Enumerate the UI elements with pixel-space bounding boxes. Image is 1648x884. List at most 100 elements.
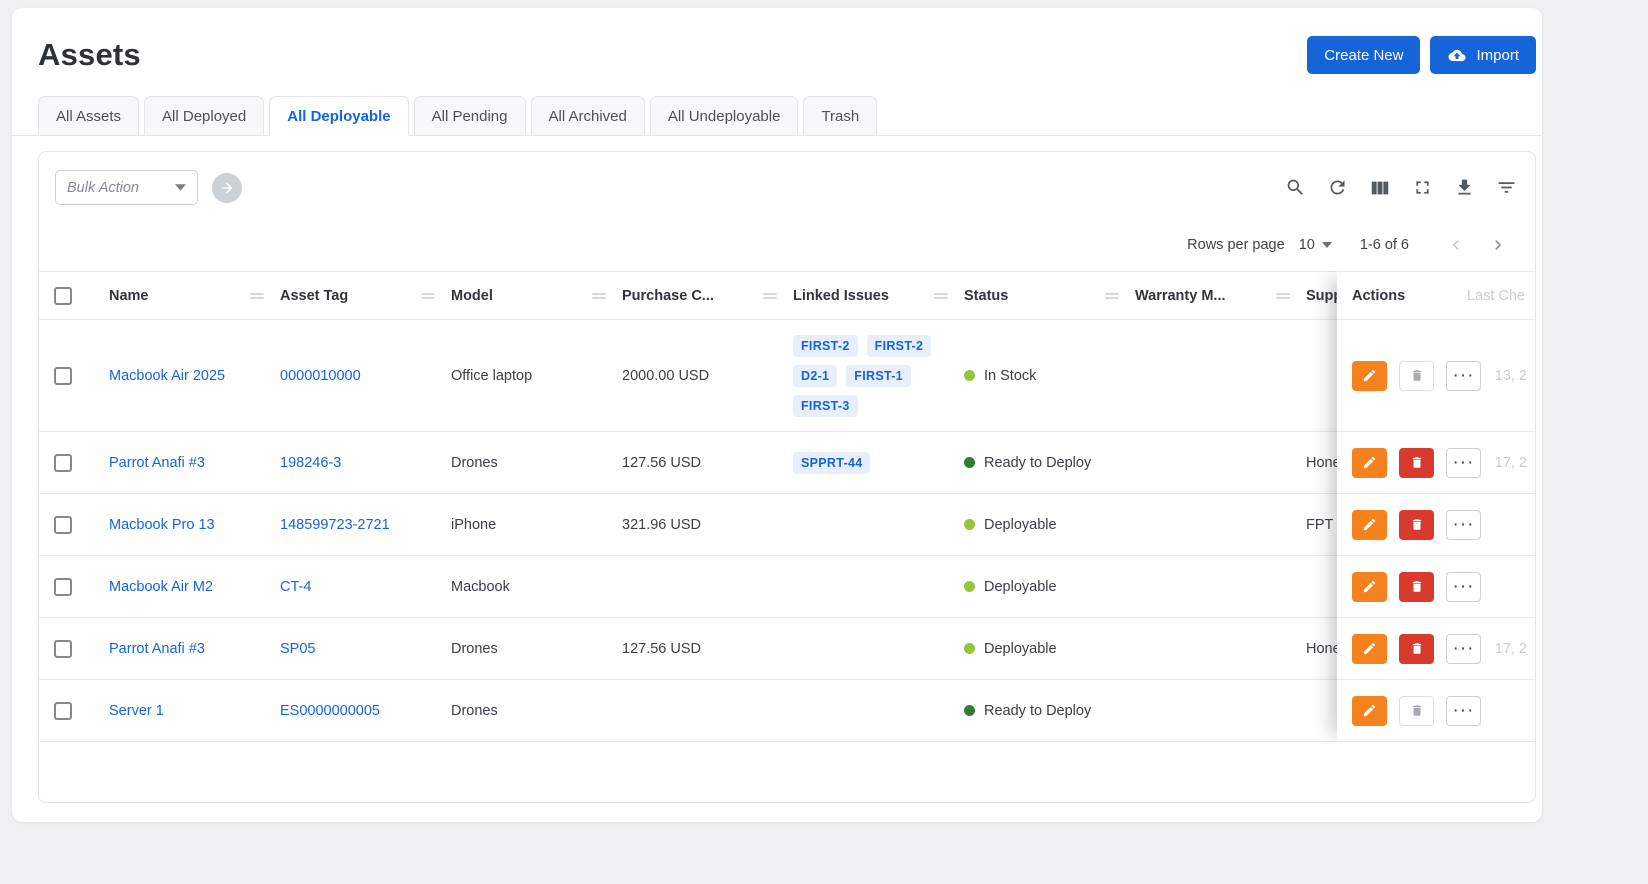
more-actions-button[interactable]: ···	[1446, 361, 1481, 391]
asset-tag-link[interactable]: ES0000000005	[280, 703, 380, 719]
edit-button[interactable]	[1352, 696, 1387, 726]
column-handle-icon[interactable]	[421, 291, 435, 301]
asset-tag-link[interactable]: SP05	[280, 641, 315, 657]
tab-all-archived[interactable]: All Archived	[531, 96, 645, 136]
asset-tag-link[interactable]: 148599723-2721	[280, 517, 390, 533]
columns-button[interactable]	[1369, 177, 1391, 199]
rows-per-page-select[interactable]: 10	[1299, 237, 1332, 253]
more-actions-button[interactable]: ···	[1446, 448, 1481, 478]
delete-button[interactable]	[1399, 572, 1434, 602]
asset-name-link[interactable]: Macbook Air M2	[109, 579, 213, 595]
tab-all-deployed[interactable]: All Deployed	[144, 96, 264, 136]
row-checkbox[interactable]	[54, 640, 72, 658]
fullscreen-button[interactable]	[1412, 177, 1433, 198]
download-icon	[1454, 177, 1475, 198]
delete-button[interactable]	[1399, 696, 1434, 726]
column-header-model[interactable]: Model	[441, 271, 612, 320]
actions-column: Actions Last Che ···13, 2···17, 2·······…	[1337, 271, 1535, 742]
assets-card: Assets Create New Import All AssetsAll D…	[12, 8, 1542, 822]
select-all-checkbox[interactable]	[54, 287, 72, 305]
delete-button[interactable]	[1399, 510, 1434, 540]
tab-trash[interactable]: Trash	[803, 96, 877, 136]
model-cell: Office laptop	[441, 320, 612, 432]
asset-name-link[interactable]: Macbook Air 2025	[109, 368, 225, 384]
column-header-name[interactable]: Name	[99, 271, 270, 320]
row-checkbox[interactable]	[54, 516, 72, 534]
edit-button[interactable]	[1352, 510, 1387, 540]
linked-issue-badge[interactable]: FIRST-2	[867, 335, 932, 357]
status-dot	[964, 370, 975, 381]
column-handle-icon[interactable]	[250, 291, 264, 301]
previous-page-button[interactable]	[1435, 235, 1477, 255]
linked-issue-badge[interactable]: D2-1	[793, 365, 837, 387]
warranty-cell	[1125, 556, 1296, 618]
delete-button[interactable]	[1399, 361, 1434, 391]
more-actions-button[interactable]: ···	[1446, 634, 1481, 664]
asset-name-link[interactable]: Server 1	[109, 703, 164, 719]
linked-issue-badge[interactable]: FIRST-1	[846, 365, 911, 387]
pencil-icon	[1362, 579, 1377, 594]
linked-issue-badge[interactable]: SPPRT-44	[793, 452, 870, 474]
last-check-value-fragment: 13, 2	[1495, 368, 1527, 384]
column-header-status[interactable]: Status	[954, 271, 1125, 320]
delete-button[interactable]	[1399, 634, 1434, 664]
delete-button[interactable]	[1399, 448, 1434, 478]
column-handle-icon[interactable]	[1276, 291, 1290, 301]
ellipsis-icon: ···	[1453, 577, 1475, 596]
search-button[interactable]	[1285, 177, 1306, 198]
edit-button[interactable]	[1352, 634, 1387, 664]
bulk-action-go-button[interactable]	[212, 173, 242, 203]
row-checkbox[interactable]	[54, 702, 72, 720]
more-actions-button[interactable]: ···	[1446, 510, 1481, 540]
asset-name-link[interactable]: Parrot Anafi #3	[109, 455, 205, 471]
row-checkbox[interactable]	[54, 578, 72, 596]
linked-issue-badge[interactable]: FIRST-3	[793, 395, 858, 417]
pencil-icon	[1362, 517, 1377, 532]
assets-table: NameAsset TagModelPurchase C...Linked Is…	[39, 271, 1535, 742]
column-header-warranty[interactable]: Warranty M...	[1125, 271, 1296, 320]
column-handle-icon[interactable]	[592, 291, 606, 301]
filter-icon	[1496, 177, 1517, 198]
model-cell: Drones	[441, 432, 612, 494]
bulk-action-group: Bulk Action	[55, 170, 242, 205]
asset-name-link[interactable]: Parrot Anafi #3	[109, 641, 205, 657]
asset-tag-link[interactable]: 0000010000	[280, 368, 361, 384]
column-handle-icon[interactable]	[934, 291, 948, 301]
column-handle-icon[interactable]	[1105, 291, 1119, 301]
column-handle-icon[interactable]	[763, 291, 777, 301]
column-header-purchase_cost[interactable]: Purchase C...	[612, 271, 783, 320]
import-button[interactable]: Import	[1430, 36, 1536, 74]
bulk-action-placeholder: Bulk Action	[67, 180, 139, 196]
pagination-range: 1-6 of 6	[1360, 237, 1409, 253]
column-header-asset_tag[interactable]: Asset Tag	[270, 271, 441, 320]
linked-issue-badge[interactable]: FIRST-2	[793, 335, 858, 357]
next-page-button[interactable]	[1477, 235, 1519, 255]
table-row: Macbook Air M2CT-4MacbookDeployable	[39, 556, 1535, 618]
column-header-linked_issues[interactable]: Linked Issues	[783, 271, 954, 320]
edit-button[interactable]	[1352, 448, 1387, 478]
row-checkbox[interactable]	[54, 454, 72, 472]
asset-name-link[interactable]: Macbook Pro 13	[109, 517, 215, 533]
column-header-select[interactable]	[39, 271, 99, 320]
actions-row: ···17, 2	[1337, 432, 1535, 494]
purchase-cost-cell: 127.56 USD	[612, 432, 783, 494]
edit-button[interactable]	[1352, 572, 1387, 602]
row-checkbox[interactable]	[54, 367, 72, 385]
download-button[interactable]	[1454, 177, 1475, 198]
create-new-button[interactable]: Create New	[1307, 36, 1420, 74]
asset-tag-link[interactable]: 198246-3	[280, 455, 341, 471]
more-actions-button[interactable]: ···	[1446, 572, 1481, 602]
tab-all-undeployable[interactable]: All Undeployable	[650, 96, 799, 136]
tab-all-pending[interactable]: All Pending	[414, 96, 526, 136]
tab-all-assets[interactable]: All Assets	[38, 96, 139, 136]
asset-tag-link[interactable]: CT-4	[280, 579, 311, 595]
tab-all-deployable[interactable]: All Deployable	[269, 96, 408, 136]
edit-button[interactable]	[1352, 361, 1387, 391]
more-actions-button[interactable]: ···	[1446, 696, 1481, 726]
bulk-action-select[interactable]: Bulk Action	[55, 170, 198, 205]
refresh-button[interactable]	[1327, 177, 1348, 198]
filter-button[interactable]	[1496, 177, 1517, 198]
rows-per-page-label: Rows per page	[1187, 237, 1285, 253]
ellipsis-icon: ···	[1453, 515, 1475, 534]
table-header-row: NameAsset TagModelPurchase C...Linked Is…	[39, 271, 1535, 320]
